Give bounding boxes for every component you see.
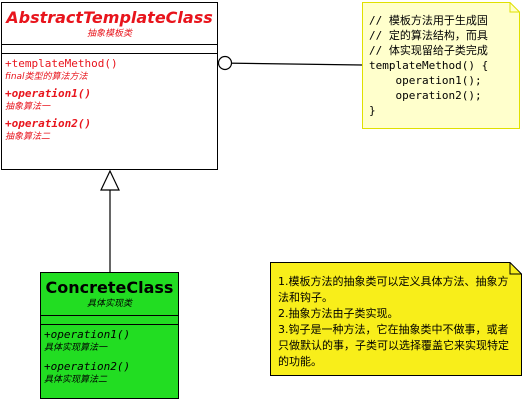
concrete-class-attributes	[41, 316, 178, 325]
operation-description: final类型的算法方法	[5, 72, 88, 82]
operation-description: 具体实现算法一	[44, 343, 108, 353]
operation-description: 抽象算法二	[5, 132, 51, 142]
abstract-class-stereotype: 抽象模板类	[86, 29, 132, 39]
operation-operation1: +operation1() 抽象算法一	[5, 87, 214, 113]
operation-signature: +operation1()	[44, 328, 131, 341]
code-note[interactable]: // 模板方法用于生成固 // 定的算法结构，而具 // 体实现留给子类完成 t…	[362, 2, 520, 129]
concrete-class-stereotype: 具体实现类	[86, 299, 132, 309]
operation-signature: +operation1()	[5, 87, 92, 100]
abstract-class-attributes	[2, 45, 217, 54]
inheritance-arrowhead	[100, 169, 120, 191]
description-note[interactable]: 1.模板方法的抽象类可以定义具体方法、抽象方法和钩子。 2.抽象方法由子类实现。…	[270, 262, 522, 376]
operation-operation2: +operation2() 抽象算法二	[5, 117, 214, 143]
concrete-class-name: ConcreteClass	[45, 278, 174, 297]
description-note-text: 1.模板方法的抽象类可以定义具体方法、抽象方法和钩子。 2.抽象方法由子类实现。…	[278, 275, 509, 368]
operation-operation1: +operation1() 具体实现算法一	[44, 328, 175, 354]
concrete-class[interactable]: ConcreteClass 具体实现类 +operation1() 具体实现算法…	[40, 272, 179, 399]
operation-signature: +operation2()	[44, 360, 131, 373]
operation-operation2: +operation2() 具体实现算法二	[44, 360, 175, 386]
concrete-class-operations: +operation1() 具体实现算法一 +operation2() 具体实现…	[41, 325, 178, 386]
operation-signature: +operation2()	[5, 117, 92, 130]
abstract-class-header: AbstractTemplateClass 抽象模板类	[2, 3, 217, 45]
abstract-class-operations: +templateMethod() final类型的算法方法 +operatio…	[2, 54, 217, 143]
concrete-class-header: ConcreteClass 具体实现类	[41, 273, 178, 316]
code-note-text: // 模板方法用于生成固 // 定的算法结构，而具 // 体实现留给子类完成 t…	[369, 14, 489, 117]
abstract-template-class[interactable]: AbstractTemplateClass 抽象模板类 +templateMet…	[1, 2, 218, 170]
operation-description: 具体实现算法二	[44, 375, 108, 385]
note-link-circle	[217, 55, 233, 71]
note-link-line	[217, 62, 363, 66]
abstract-class-name: AbstractTemplateClass	[6, 8, 213, 27]
operation-template-method: +templateMethod() final类型的算法方法	[5, 57, 214, 83]
operation-signature: +templateMethod()	[5, 57, 118, 70]
operation-description: 抽象算法一	[5, 102, 51, 112]
